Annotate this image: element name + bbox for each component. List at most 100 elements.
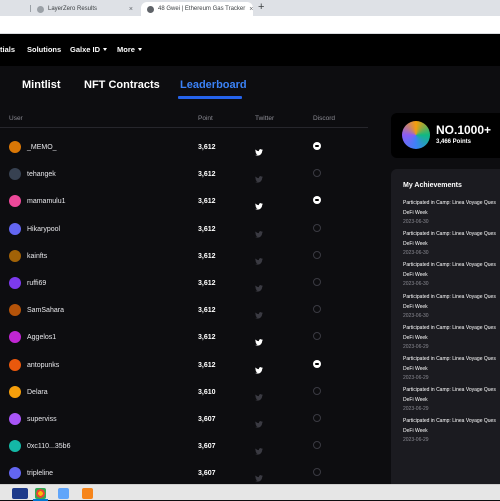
globe-icon [37, 5, 44, 13]
table-row[interactable]: Delara 3,610 [0, 380, 368, 407]
twitter-icon[interactable] [255, 197, 263, 211]
table-row[interactable]: SamSahara 3,612 [0, 298, 368, 325]
tab-nft-contracts[interactable]: NFT Contracts [84, 79, 160, 91]
close-tab-icon[interactable]: × [249, 6, 253, 13]
achievement-date: 2023-06-30 [403, 219, 429, 225]
tab-leaderboard[interactable]: Leaderboard [180, 79, 247, 91]
achievement-item[interactable]: Participated in Camp: Linea Voyage Ques D… [403, 356, 500, 381]
files-icon[interactable] [58, 488, 69, 499]
twitter-icon[interactable] [255, 333, 263, 347]
table-row[interactable]: Aggelos1 3,612 [0, 325, 368, 352]
column-header-point: Point [198, 115, 213, 122]
twitter-icon [255, 415, 263, 428]
username[interactable]: tehangek [27, 171, 56, 178]
main-content: Mintlist NFT Contracts Leaderboard User … [0, 66, 500, 484]
points-value: 3,612 [198, 334, 216, 342]
achievement-subtitle: DeFi Week [403, 303, 428, 310]
achievement-date: 2023-06-29 [403, 343, 429, 350]
points-value: 3,607 [198, 443, 216, 451]
browser-tab-pinned[interactable] [0, 2, 30, 16]
achievement-date: 2023-06-30 [403, 312, 429, 319]
achievement-subtitle: DeFi Week [403, 272, 428, 279]
twitter-icon [255, 279, 263, 292]
metamask-icon[interactable] [82, 488, 93, 499]
new-tab-button[interactable]: + [258, 1, 264, 13]
browser-tab-strip: LayerZero Results × 48 Gwei | Ethereum G… [0, 0, 500, 16]
avatar [9, 277, 21, 289]
achievement-item[interactable]: Participated in Camp: Linea Voyage Ques D… [403, 294, 500, 319]
username[interactable]: Hikarypool [27, 226, 60, 233]
table-row[interactable]: antopunks 3,612 [0, 353, 368, 380]
achievement-title: Participated in Camp: Linea Voyage Ques [403, 387, 496, 394]
points-value: 3,612 [198, 307, 216, 315]
rank-points: 3,466 Points [436, 139, 472, 145]
weather-icon[interactable] [12, 488, 28, 499]
achievement-item[interactable]: Participated in Camp: Linea Voyage Ques D… [403, 387, 500, 412]
username[interactable]: superviss [27, 416, 57, 423]
table-row[interactable]: tehangek 3,612 [0, 162, 368, 189]
table-row[interactable]: ruffi69 3,612 [0, 271, 368, 298]
achievement-item[interactable]: Participated in Camp: Linea Voyage Ques D… [403, 325, 500, 350]
discord-icon[interactable] [313, 142, 321, 150]
nav-item-credentials[interactable]: tials [0, 45, 15, 54]
achievement-item[interactable]: Participated in Camp: Linea Voyage Ques D… [403, 200, 500, 225]
achievement-title: Participated in Camp: Linea Voyage Ques [403, 418, 496, 425]
achievement-item[interactable]: Participated in Camp: Linea Voyage Ques D… [403, 418, 500, 443]
nav-label: Solutions [27, 45, 62, 54]
achievement-subtitle: DeFi Week [403, 210, 428, 216]
table-row[interactable]: Hikarypool 3,612 [0, 217, 368, 244]
username[interactable]: _MEMO_ [27, 144, 57, 151]
username[interactable]: SamSahara [27, 307, 64, 314]
achievement-subtitle: DeFi Week [403, 241, 428, 248]
username[interactable]: tripleline [27, 470, 53, 477]
content-tabs: Mintlist NFT Contracts Leaderboard [0, 66, 500, 106]
discord-icon[interactable] [313, 359, 321, 368]
nav-item-galxe-id[interactable]: Galxe ID [70, 45, 108, 54]
chevron-down-icon [137, 48, 142, 51]
twitter-icon[interactable] [255, 143, 263, 156]
points-value: 3,607 [198, 416, 216, 423]
username[interactable]: 0xc110...35b6 [27, 443, 70, 450]
twitter-icon [255, 170, 263, 183]
site-nav: tials Solutions Galxe ID More [0, 34, 500, 66]
achievement-title: Participated in Camp: Linea Voyage Ques [403, 262, 496, 269]
nav-label: More [117, 45, 135, 54]
chrome-icon[interactable] [35, 488, 46, 499]
discord-icon[interactable] [313, 196, 321, 205]
achievement-date: 2023-06-29 [403, 437, 429, 444]
table-row[interactable]: mamamulu1 3,612 [0, 189, 368, 216]
achievements-panel: My Achievements Participated in Camp: Li… [391, 169, 500, 484]
browser-tab-gas-tracker[interactable]: 48 Gwei | Ethereum Gas Tracker × [141, 2, 253, 16]
discord-icon [313, 332, 321, 341]
avatar [9, 249, 21, 262]
username[interactable]: kainfts [27, 253, 47, 260]
table-row[interactable]: superviss 3,607 [0, 407, 368, 434]
username[interactable]: ruffi69 [27, 280, 46, 287]
achievement-item[interactable]: Participated in Camp: Linea Voyage Ques D… [403, 231, 500, 256]
points-value: 3,610 [198, 388, 216, 396]
nav-item-more[interactable]: More [117, 45, 142, 54]
achievement-date: 2023-06-30 [403, 281, 429, 288]
points-value: 3,612 [198, 280, 216, 287]
table-row[interactable]: kainfts 3,612 [0, 244, 368, 271]
username[interactable]: antopunks [27, 362, 59, 369]
username[interactable]: Delara [27, 389, 48, 396]
nav-item-solutions[interactable]: Solutions [27, 45, 61, 54]
discord-icon [313, 250, 321, 259]
discord-icon [313, 169, 321, 178]
username[interactable]: Aggelos1 [27, 334, 56, 341]
table-row[interactable]: 0xc110...35b6 3,607 [0, 434, 368, 461]
table-row[interactable]: _MEMO_ 3,612 [0, 135, 368, 162]
ethereum-icon [147, 5, 154, 13]
points-value: 3,612 [198, 198, 216, 206]
twitter-icon[interactable] [255, 361, 263, 374]
achievement-title: Participated in Camp: Linea Voyage Ques [403, 324, 496, 331]
tab-mintlist[interactable]: Mintlist [22, 79, 61, 91]
browser-tab-layerzero[interactable]: LayerZero Results × [31, 2, 139, 16]
achievement-subtitle: DeFi Week [403, 397, 428, 404]
username[interactable]: mamamulu1 [27, 198, 66, 205]
close-tab-icon[interactable]: × [129, 6, 133, 13]
avatar [9, 413, 21, 425]
achievement-item[interactable]: Participated in Camp: Linea Voyage Ques D… [403, 262, 500, 287]
avatar [9, 304, 21, 317]
